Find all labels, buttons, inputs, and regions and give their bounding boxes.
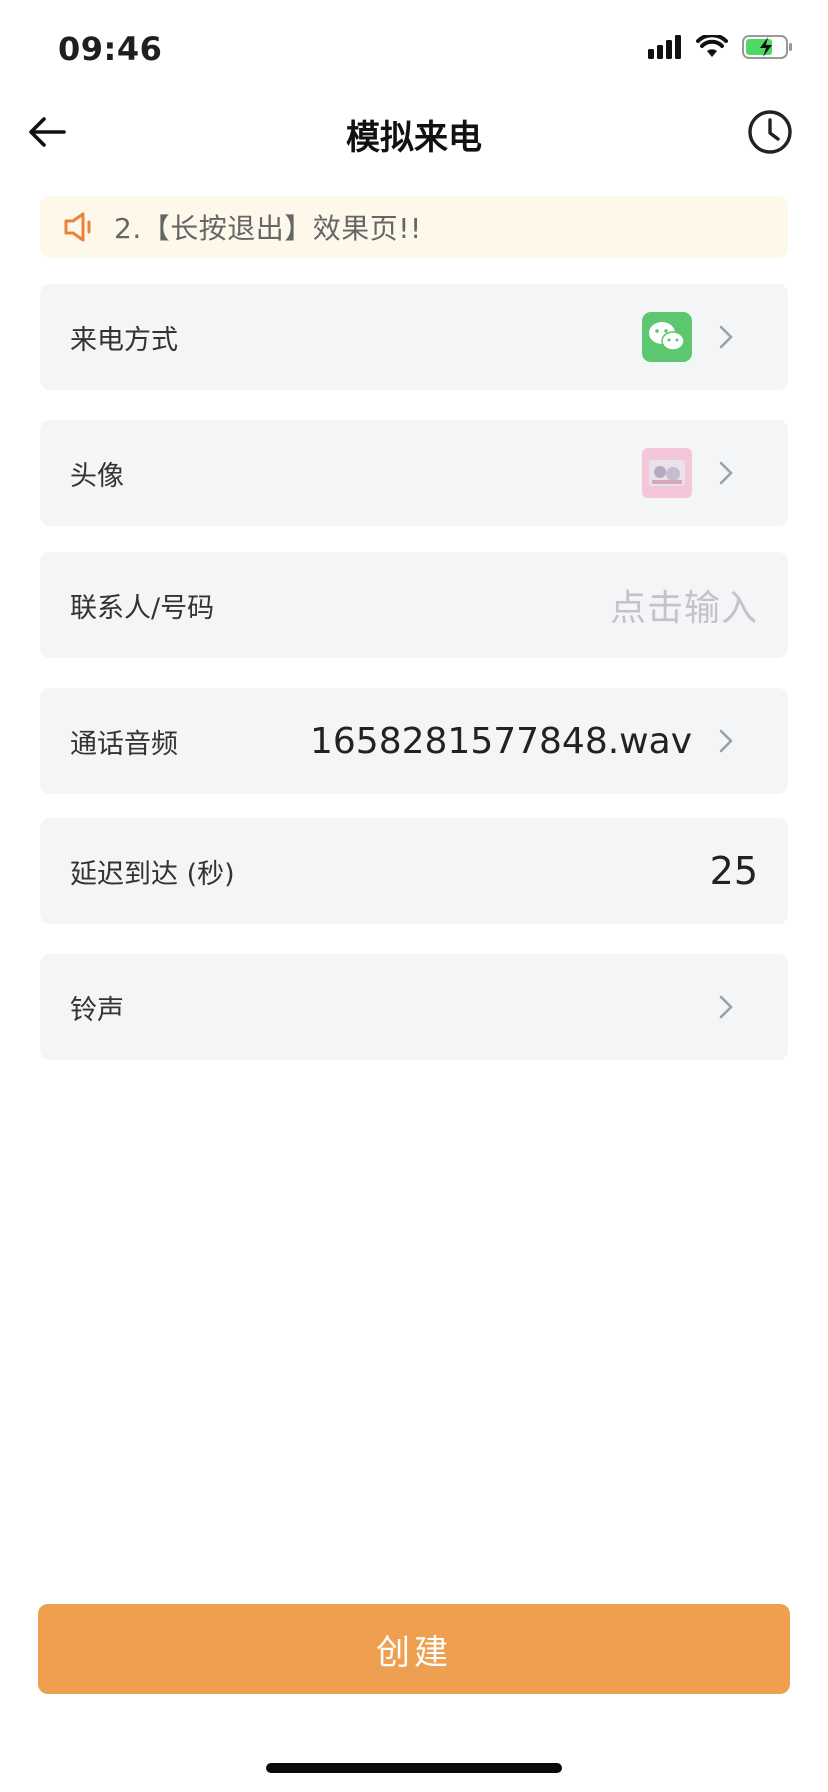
chevron-right-icon (719, 729, 733, 753)
chevron-right-icon (719, 325, 733, 349)
call-method-row[interactable]: 来电方式 (40, 284, 788, 390)
contact-input[interactable]: 点击输入 (610, 579, 758, 631)
wifi-icon (696, 35, 728, 57)
audio-file-value: 1658281577848.wav (309, 720, 692, 762)
history-clock-icon[interactable] (746, 108, 794, 156)
status-time: 09:46 (58, 30, 163, 68)
delay-label: 延迟到达 (秒) (70, 858, 235, 890)
navigation-bar: 模拟来电 (0, 100, 828, 166)
avatar-label: 头像 (70, 460, 124, 492)
ringtone-label: 铃声 (70, 994, 124, 1026)
create-button[interactable]: 创建 (38, 1604, 790, 1694)
chevron-right-icon (719, 995, 733, 1019)
audio-row[interactable]: 通话音频 1658281577848.wav (40, 688, 788, 794)
contact-label: 联系人/号码 (70, 592, 215, 624)
status-icons (648, 34, 794, 60)
delay-input[interactable]: 25 (710, 849, 758, 893)
cellular-signal-icon (648, 35, 681, 59)
notice-text: 2.【长按退出】效果页!! (114, 212, 422, 245)
battery-charging-icon (742, 35, 792, 59)
contact-row[interactable]: 联系人/号码 点击输入 (40, 552, 788, 658)
call-method-label: 来电方式 (70, 324, 178, 356)
notice-banner: 2.【长按退出】效果页!! (40, 196, 788, 258)
wechat-icon (642, 312, 692, 362)
avatar-row[interactable]: 头像 (40, 420, 788, 526)
page-title: 模拟来电 (346, 118, 482, 158)
home-indicator (266, 1763, 562, 1773)
speaker-icon (64, 212, 91, 242)
audio-label: 通话音频 (70, 728, 178, 760)
status-bar: 09:46 (0, 0, 828, 100)
avatar-thumbnail (642, 448, 692, 498)
chevron-right-icon (719, 461, 733, 485)
back-arrow-icon[interactable] (26, 110, 70, 154)
delay-row[interactable]: 延迟到达 (秒) 25 (40, 818, 788, 924)
ringtone-row[interactable]: 铃声 (40, 954, 788, 1060)
